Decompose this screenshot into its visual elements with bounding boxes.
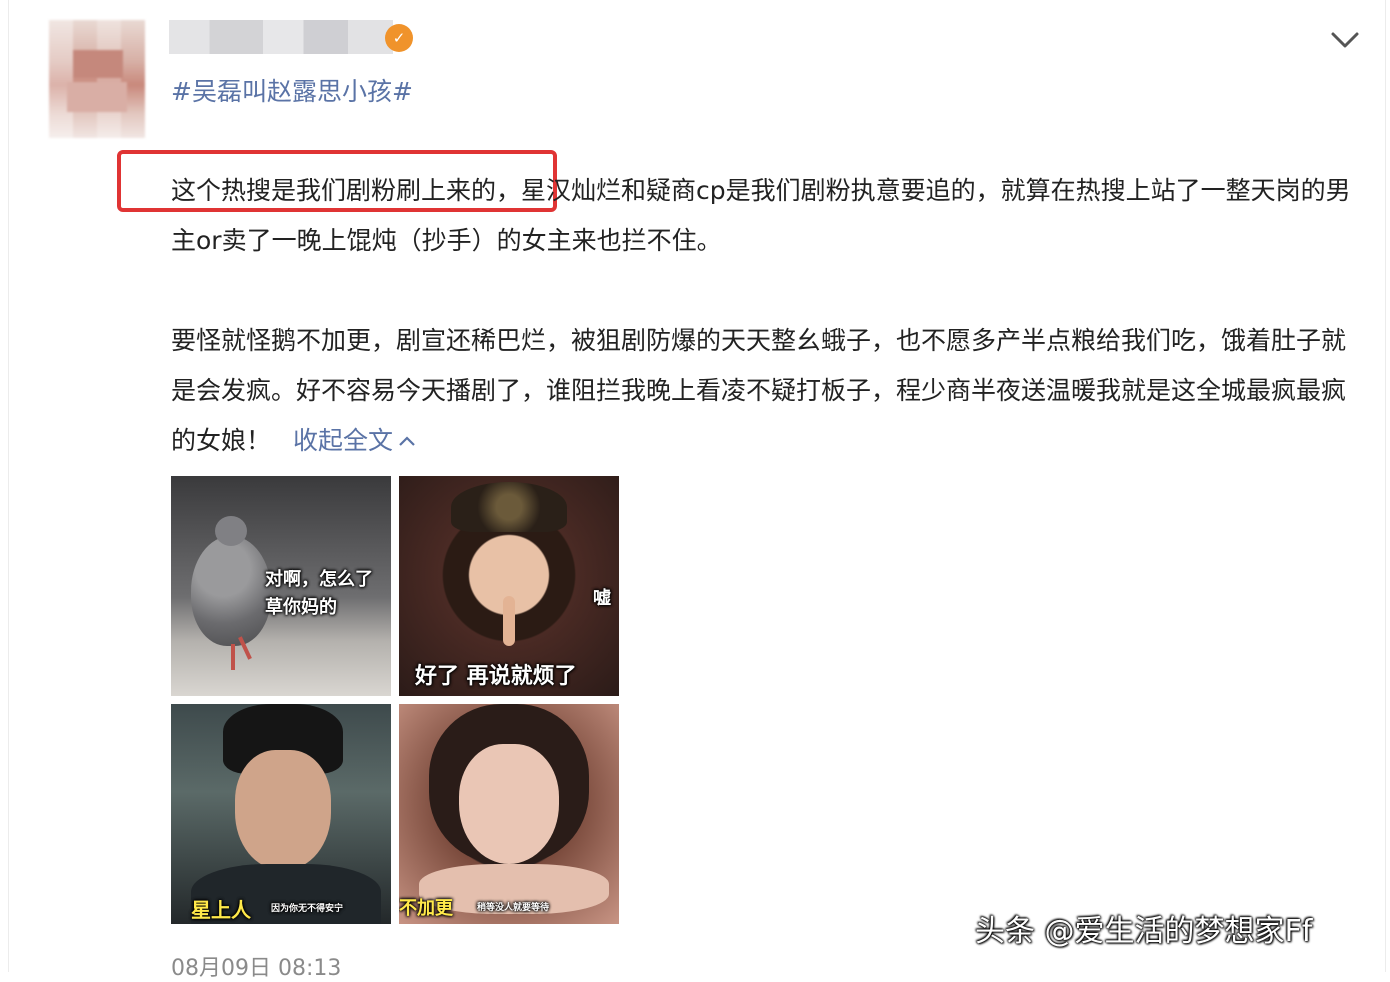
watermark: 头条 @爱生活的梦想家Ff xyxy=(975,914,1313,949)
weibo-post-card: ✓ #吴磊叫赵露思小孩# 这个热搜是我们剧粉刷上来的，星汉灿烂和疑商cp是我们剧… xyxy=(8,0,1386,981)
image-male-lead[interactable]: 星上人 因为你无不得安宁 xyxy=(171,704,391,924)
image-pigeon-meme[interactable]: 对啊，怎么了 草你妈的 xyxy=(171,476,391,696)
image-shush-meme[interactable]: 嘘 好了 再说就烦了 xyxy=(399,476,619,696)
image-subcaption: 稍等没人就要等待 xyxy=(477,903,550,913)
post-body: 这个热搜是我们剧粉刷上来的，星汉灿烂和疑商cp是我们剧粉执意要追的，就算在热搜上… xyxy=(171,166,1361,466)
collapse-label: 收起全文 xyxy=(293,426,394,455)
image-subcaption: 因为你无不得安宁 xyxy=(271,904,344,914)
hashtag-link[interactable]: #吴磊叫赵露思小孩# xyxy=(171,72,413,108)
post-paragraph-1: 这个热搜是我们剧粉刷上来的，星汉灿烂和疑商cp是我们剧粉执意要追的，就算在热搜上… xyxy=(171,166,1361,266)
avatar[interactable] xyxy=(49,20,145,138)
chevron-up-icon xyxy=(399,436,415,446)
post-timestamp: 08月09日 08:13 xyxy=(171,956,342,981)
highlighted-text: 这个热搜是我们剧粉刷上来的， xyxy=(171,176,522,205)
image-grid: 对啊，怎么了 草你妈的 嘘 好了 再说就烦了 星上人 因为你无不得安宁 不加更 稍… xyxy=(171,476,619,924)
collapse-link[interactable]: 收起全文 xyxy=(293,426,417,455)
verified-badge-icon: ✓ xyxy=(385,24,413,52)
image-caption: 好了 再说就烦了 xyxy=(415,664,577,689)
image-caption: 星上人 xyxy=(191,898,251,922)
post-paragraph-2: 要怪就怪鹅不加更，剧宣还稀巴烂，被狙剧防爆的天天整幺蛾子，也不愿多产半点粮给我们… xyxy=(171,316,1361,466)
image-caption: 嘘 xyxy=(593,588,611,609)
chevron-down-icon[interactable] xyxy=(1327,26,1363,54)
image-caption: 不加更 xyxy=(399,898,453,919)
username-blurred[interactable] xyxy=(169,20,393,54)
image-caption: 对啊，怎么了 草你妈的 xyxy=(265,569,373,618)
image-female-lead[interactable]: 不加更 稍等没人就要等待 xyxy=(399,704,619,924)
